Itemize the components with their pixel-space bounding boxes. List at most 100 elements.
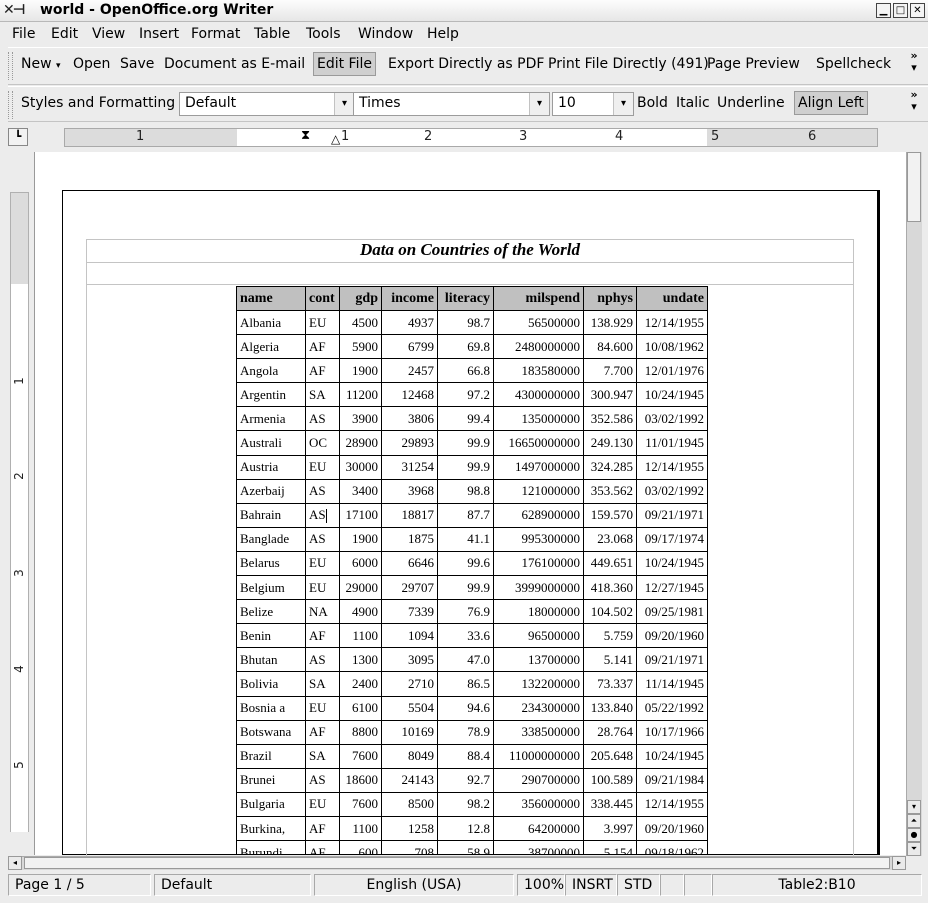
table-cell-literacy[interactable]: 66.8 xyxy=(437,358,494,384)
table-cell-gdp[interactable]: 2400 xyxy=(339,671,382,697)
new-dropdown-icon[interactable]: ▾ xyxy=(56,61,61,71)
table-cell-cont[interactable]: EU xyxy=(305,309,340,336)
table-cell-name[interactable]: Argentin xyxy=(236,382,306,408)
table-cell-income[interactable]: 12468 xyxy=(381,382,438,408)
table-cell-cont[interactable]: AS xyxy=(305,406,340,432)
table-cell-gdp[interactable]: 11200 xyxy=(339,382,382,408)
font-name-select[interactable]: Times ▾ xyxy=(353,92,550,116)
table-cell-nphys[interactable]: 418.360 xyxy=(583,575,637,601)
table-row[interactable]: Armenia AS 3900 3806 99.4 135000000 352.586 03/… xyxy=(236,406,708,432)
table-cell-gdp[interactable]: 7600 xyxy=(339,743,382,769)
table-cell-cont[interactable]: SA xyxy=(305,743,340,769)
page-preview-button[interactable]: Page Preview xyxy=(707,56,800,72)
table-cell-literacy[interactable]: 98.8 xyxy=(437,478,494,504)
table-cell-name[interactable]: Botswana xyxy=(236,719,306,745)
table-row[interactable]: Bosnia a EU 6100 5504 94.6 234300000 133.840 05… xyxy=(236,695,708,721)
table-cell-income[interactable]: 2710 xyxy=(381,671,438,697)
table-cell-cont[interactable]: EU xyxy=(305,550,340,577)
table-cell-income[interactable]: 29893 xyxy=(381,430,438,456)
table-cell-nphys[interactable]: 84.600 xyxy=(583,334,637,360)
minimize-button[interactable]: ▁ xyxy=(876,3,891,18)
previous-page-icon[interactable]: ⏶ xyxy=(907,814,921,828)
styles-formatting-button[interactable]: Styles and Formatting xyxy=(21,95,175,111)
table-cell-name[interactable]: Belarus xyxy=(236,550,306,577)
table-cell-income[interactable]: 29707 xyxy=(381,575,438,601)
table-cell-cont[interactable]: AS xyxy=(305,647,340,673)
table-cell-literacy[interactable]: 87.7 xyxy=(437,502,494,528)
table-cell-nphys[interactable]: 3.997 xyxy=(583,815,637,842)
table-cell-income[interactable]: 5504 xyxy=(381,695,438,721)
next-page-icon[interactable]: ⏷ xyxy=(907,842,921,856)
table-row[interactable]: Botswana AF 8800 10169 78.9 338500000 28.764 10… xyxy=(236,719,708,745)
status-page[interactable]: Page 1 / 5 xyxy=(8,874,151,896)
underline-button[interactable]: Underline xyxy=(717,95,785,111)
table-cell-undate[interactable]: 12/14/1955 xyxy=(636,791,708,817)
table-cell-literacy[interactable]: 69.8 xyxy=(437,334,494,360)
close-button[interactable]: ✕ xyxy=(910,3,925,18)
table-cell-income[interactable]: 31254 xyxy=(381,454,438,480)
menu-file[interactable]: File xyxy=(12,26,35,42)
table-row[interactable]: Angola AF 1900 2457 66.8 183580000 7.700 12/01/… xyxy=(236,358,708,384)
column-header-nphys[interactable]: nphys xyxy=(583,286,637,311)
table-cell-milspend[interactable]: 4300000000 xyxy=(493,382,584,408)
table-cell-literacy[interactable]: 99.9 xyxy=(437,454,494,480)
toolbar-grip[interactable] xyxy=(8,91,13,119)
table-cell-gdp[interactable]: 1900 xyxy=(339,358,382,384)
table-cell-literacy[interactable]: 58.9 xyxy=(437,840,494,855)
status-language[interactable]: English (USA) xyxy=(314,874,514,896)
table-row[interactable]: Algeria AF 5900 6799 69.8 2480000000 84.600 10/… xyxy=(236,334,708,360)
print-button[interactable]: Print File Directly (491) xyxy=(548,56,709,72)
table-cell-undate[interactable]: 09/21/1971 xyxy=(636,647,708,673)
table-cell-undate[interactable]: 12/27/1945 xyxy=(636,575,708,601)
table-cell-gdp[interactable]: 4900 xyxy=(339,599,382,625)
table-row[interactable]: Benin AF 1100 1094 33.6 96500000 5.759 09/20/19… xyxy=(236,623,708,649)
table-cell-gdp[interactable]: 29000 xyxy=(339,575,382,601)
scroll-left-icon[interactable]: ◂ xyxy=(8,856,22,870)
italic-button[interactable]: Italic xyxy=(676,95,710,111)
table-cell-literacy[interactable]: 88.4 xyxy=(437,743,494,769)
table-cell-undate[interactable]: 09/25/1981 xyxy=(636,599,708,625)
table-cell-milspend[interactable]: 16650000000 xyxy=(493,430,584,456)
table-cell-literacy[interactable]: 94.6 xyxy=(437,695,494,721)
table-cell-milspend[interactable]: 234300000 xyxy=(493,695,584,721)
table-cell-gdp[interactable]: 30000 xyxy=(339,454,382,480)
table-cell-nphys[interactable]: 324.285 xyxy=(583,454,637,480)
table-cell-cont[interactable]: AS xyxy=(305,526,340,552)
table-cell-literacy[interactable]: 12.8 xyxy=(437,815,494,842)
table-cell-cont[interactable]: AS xyxy=(305,767,340,793)
column-header-income[interactable]: income xyxy=(381,286,438,311)
export-pdf-button[interactable]: Export Directly as PDF xyxy=(388,56,544,72)
table-cell-income[interactable]: 3806 xyxy=(381,406,438,432)
table-cell-literacy[interactable]: 92.7 xyxy=(437,767,494,793)
empty-table-row[interactable] xyxy=(86,263,854,285)
navigator-icon[interactable]: ● xyxy=(907,828,921,842)
table-cell-milspend[interactable]: 290700000 xyxy=(493,767,584,793)
table-cell-milspend[interactable]: 13700000 xyxy=(493,647,584,673)
document-title[interactable]: Data on Countries of the World xyxy=(86,240,854,260)
table-cell-undate[interactable]: 05/22/1992 xyxy=(636,695,708,721)
table-cell-literacy[interactable]: 99.4 xyxy=(437,406,494,432)
table-cell-undate[interactable]: 10/24/1945 xyxy=(636,743,708,769)
table-cell-name[interactable]: Brazil xyxy=(236,743,306,769)
edit-file-button[interactable]: Edit File xyxy=(313,52,376,76)
table-cell-literacy[interactable]: 97.2 xyxy=(437,382,494,408)
table-cell-nphys[interactable]: 249.130 xyxy=(583,430,637,456)
email-button[interactable]: Document as E-mail xyxy=(164,56,305,72)
table-cell-name[interactable]: Angola xyxy=(236,358,306,384)
table-cell-cont[interactable]: AF xyxy=(305,623,340,649)
table-cell-undate[interactable]: 09/17/1974 xyxy=(636,526,708,552)
chevron-down-icon[interactable]: ▾ xyxy=(334,93,354,115)
table-cell-nphys[interactable]: 133.840 xyxy=(583,695,637,721)
table-cell-nphys[interactable]: 353.562 xyxy=(583,478,637,504)
table-cell-gdp[interactable]: 1100 xyxy=(339,623,382,649)
table-cell-milspend[interactable]: 135000000 xyxy=(493,406,584,432)
table-cell-nphys[interactable]: 138.929 xyxy=(583,309,637,336)
table-row[interactable]: Burundi AF 600 708 58.9 38700000 5.154 09/18/19… xyxy=(236,840,708,855)
table-cell-undate[interactable]: 09/20/1960 xyxy=(636,815,708,842)
table-cell-gdp[interactable]: 4500 xyxy=(339,309,382,336)
vertical-scroll-thumb[interactable] xyxy=(907,152,921,222)
countries-table[interactable]: name cont gdp income literacy milspend n… xyxy=(236,286,708,855)
table-cell-milspend[interactable]: 995300000 xyxy=(493,526,584,552)
table-cell-name[interactable]: Burkina, xyxy=(236,815,306,842)
table-cell-gdp[interactable]: 1100 xyxy=(339,815,382,842)
